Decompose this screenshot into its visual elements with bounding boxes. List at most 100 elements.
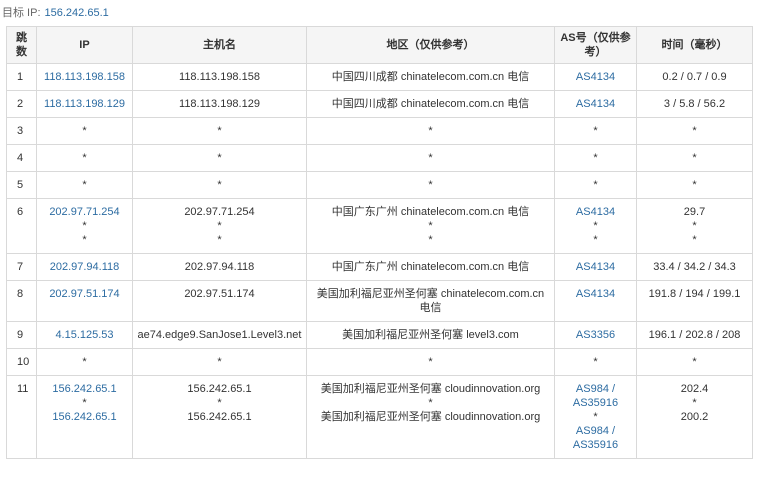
ip-cell: 118.113.198.129 — [36, 90, 133, 118]
as-cell: AS984 / AS35916 * AS984 / AS35916 — [554, 375, 637, 459]
region-value: * — [428, 234, 433, 246]
host-value: 118.113.198.129 — [179, 98, 260, 110]
as-cell: * — [554, 144, 637, 172]
traceroute-table: 跳数 IP 主机名 地区（仅供参考） AS号（仅供参考） 时间（毫秒） 1 118… — [6, 26, 753, 459]
time-value: * — [692, 397, 697, 409]
host-cell: 202.97.51.174 — [132, 280, 307, 322]
as-value: * — [593, 234, 598, 246]
as-value: * — [593, 152, 598, 164]
region-cell: 中国广东广州 chinatelecom.com.cn 电信 * * — [306, 198, 555, 254]
host-value: * — [217, 234, 222, 246]
host-value: 202.97.94.118 — [184, 261, 255, 273]
time-cell: 33.4 / 34.2 / 34.3 — [636, 253, 753, 281]
column-header-as: AS号（仅供参考） — [554, 26, 637, 64]
host-value: * — [217, 356, 222, 368]
time-value: * — [692, 356, 697, 368]
region-value: 美国加利福尼亚州圣何塞 cloudinnovation.org — [320, 411, 541, 423]
host-cell: * — [132, 117, 307, 145]
region-cell: * — [306, 171, 555, 199]
as-link[interactable]: AS4134 — [559, 260, 632, 274]
time-cell: * — [636, 117, 753, 145]
ip-link[interactable]: 118.113.198.158 — [41, 70, 128, 84]
ip-link[interactable]: 202.97.51.174 — [41, 287, 128, 301]
as-link[interactable]: AS4134 — [559, 287, 632, 301]
region-value: 中国广东广州 chinatelecom.com.cn 电信 — [331, 206, 530, 218]
as-link[interactable]: AS3356 — [559, 328, 632, 342]
time-cell: 196.1 / 202.8 / 208 — [636, 321, 753, 349]
host-cell: 202.97.94.118 — [132, 253, 307, 281]
hop-cell: 6 — [6, 198, 37, 254]
as-link[interactable]: AS4134 — [559, 205, 632, 219]
host-value: 202.97.51.174 — [184, 288, 255, 300]
time-cell: 29.7 * * — [636, 198, 753, 254]
table-row: 11 156.242.65.1 * 156.242.65.1 156.242.65.1 *… — [6, 375, 753, 459]
as-cell: AS4134 — [554, 90, 637, 118]
time-cell: 3 / 5.8 / 56.2 — [636, 90, 753, 118]
hop-cell: 3 — [6, 117, 37, 145]
as-value: * — [593, 356, 598, 368]
ip-cell: 202.97.51.174 — [36, 280, 133, 322]
target-ip-value[interactable]: 156.242.65.1 — [45, 7, 109, 19]
column-header-time: 时间（毫秒） — [636, 26, 753, 64]
ip-cell: 202.97.94.118 — [36, 253, 133, 281]
ip-cell: 4.15.125.53 — [36, 321, 133, 349]
region-value: 美国加利福尼亚州圣何塞 chinatelecom.com.cn 电信 — [316, 288, 545, 314]
host-cell: 202.97.71.254 * * — [132, 198, 307, 254]
hop-cell: 7 — [6, 253, 37, 281]
region-cell: * — [306, 144, 555, 172]
time-value: 3 / 5.8 / 56.2 — [663, 98, 726, 110]
ip-value: * — [82, 234, 87, 246]
ip-cell: * — [36, 117, 133, 145]
table-row: 7 202.97.94.118 202.97.94.118 中国广东广州 chinat… — [6, 253, 753, 281]
region-cell: 美国加利福尼亚州圣何塞 cloudinnovation.org * 美国加利福尼亚州… — [306, 375, 555, 459]
host-cell: * — [132, 171, 307, 199]
time-cell: 202.4 * 200.2 — [636, 375, 753, 459]
region-cell: 中国四川成都 chinatelecom.com.cn 电信 — [306, 63, 555, 91]
as-cell: * — [554, 348, 637, 376]
region-value: 美国加利福尼亚州圣何塞 cloudinnovation.org — [320, 383, 541, 395]
ip-value: * — [82, 152, 87, 164]
table-row: 8 202.97.51.174 202.97.51.174 美国加利福尼亚州圣何塞 c… — [6, 280, 753, 322]
ip-link[interactable]: 202.97.71.254 — [41, 205, 128, 219]
host-cell: * — [132, 144, 307, 172]
as-link[interactable]: AS4134 — [559, 70, 632, 84]
time-cell: * — [636, 348, 753, 376]
region-value: 中国四川成都 chinatelecom.com.cn 电信 — [331, 71, 530, 83]
host-value: * — [217, 152, 222, 164]
as-link[interactable]: AS984 / AS35916 — [559, 424, 632, 452]
ip-link[interactable]: 202.97.94.118 — [41, 260, 128, 274]
ip-cell: * — [36, 144, 133, 172]
time-value: 33.4 / 34.2 / 34.3 — [653, 261, 736, 273]
ip-value: * — [82, 397, 87, 409]
region-cell: * — [306, 348, 555, 376]
region-cell: 美国加利福尼亚州圣何塞 level3.com — [306, 321, 555, 349]
ip-value: * — [82, 179, 87, 191]
region-value: * — [428, 220, 433, 232]
time-value: * — [692, 125, 697, 137]
hop-cell: 11 — [6, 375, 37, 459]
time-value: 191.8 / 194 / 199.1 — [648, 288, 741, 300]
as-link[interactable]: AS984 / AS35916 — [559, 382, 632, 410]
ip-value: * — [82, 125, 87, 137]
column-header-hop: 跳数 — [6, 26, 37, 64]
ip-link[interactable]: 156.242.65.1 — [41, 410, 128, 424]
ip-link[interactable]: 118.113.198.129 — [41, 97, 128, 111]
hop-cell: 5 — [6, 171, 37, 199]
time-value: * — [692, 179, 697, 191]
host-cell: * — [132, 348, 307, 376]
ip-link[interactable]: 156.242.65.1 — [41, 382, 128, 396]
table-row: 5 * * * * * — [6, 171, 753, 199]
as-value: * — [593, 411, 598, 423]
as-link[interactable]: AS4134 — [559, 97, 632, 111]
table-row: 9 4.15.125.53 ae74.edge9.SanJose1.Level3.n… — [6, 321, 753, 349]
host-value: * — [217, 125, 222, 137]
time-value: * — [692, 234, 697, 246]
column-header-ip: IP — [36, 26, 133, 64]
ip-value: * — [82, 220, 87, 232]
host-value: 202.97.71.254 — [184, 206, 255, 218]
ip-link[interactable]: 4.15.125.53 — [41, 328, 128, 342]
ip-cell: 118.113.198.158 — [36, 63, 133, 91]
as-value: * — [593, 125, 598, 137]
hop-cell: 4 — [6, 144, 37, 172]
as-cell: AS4134 — [554, 280, 637, 322]
